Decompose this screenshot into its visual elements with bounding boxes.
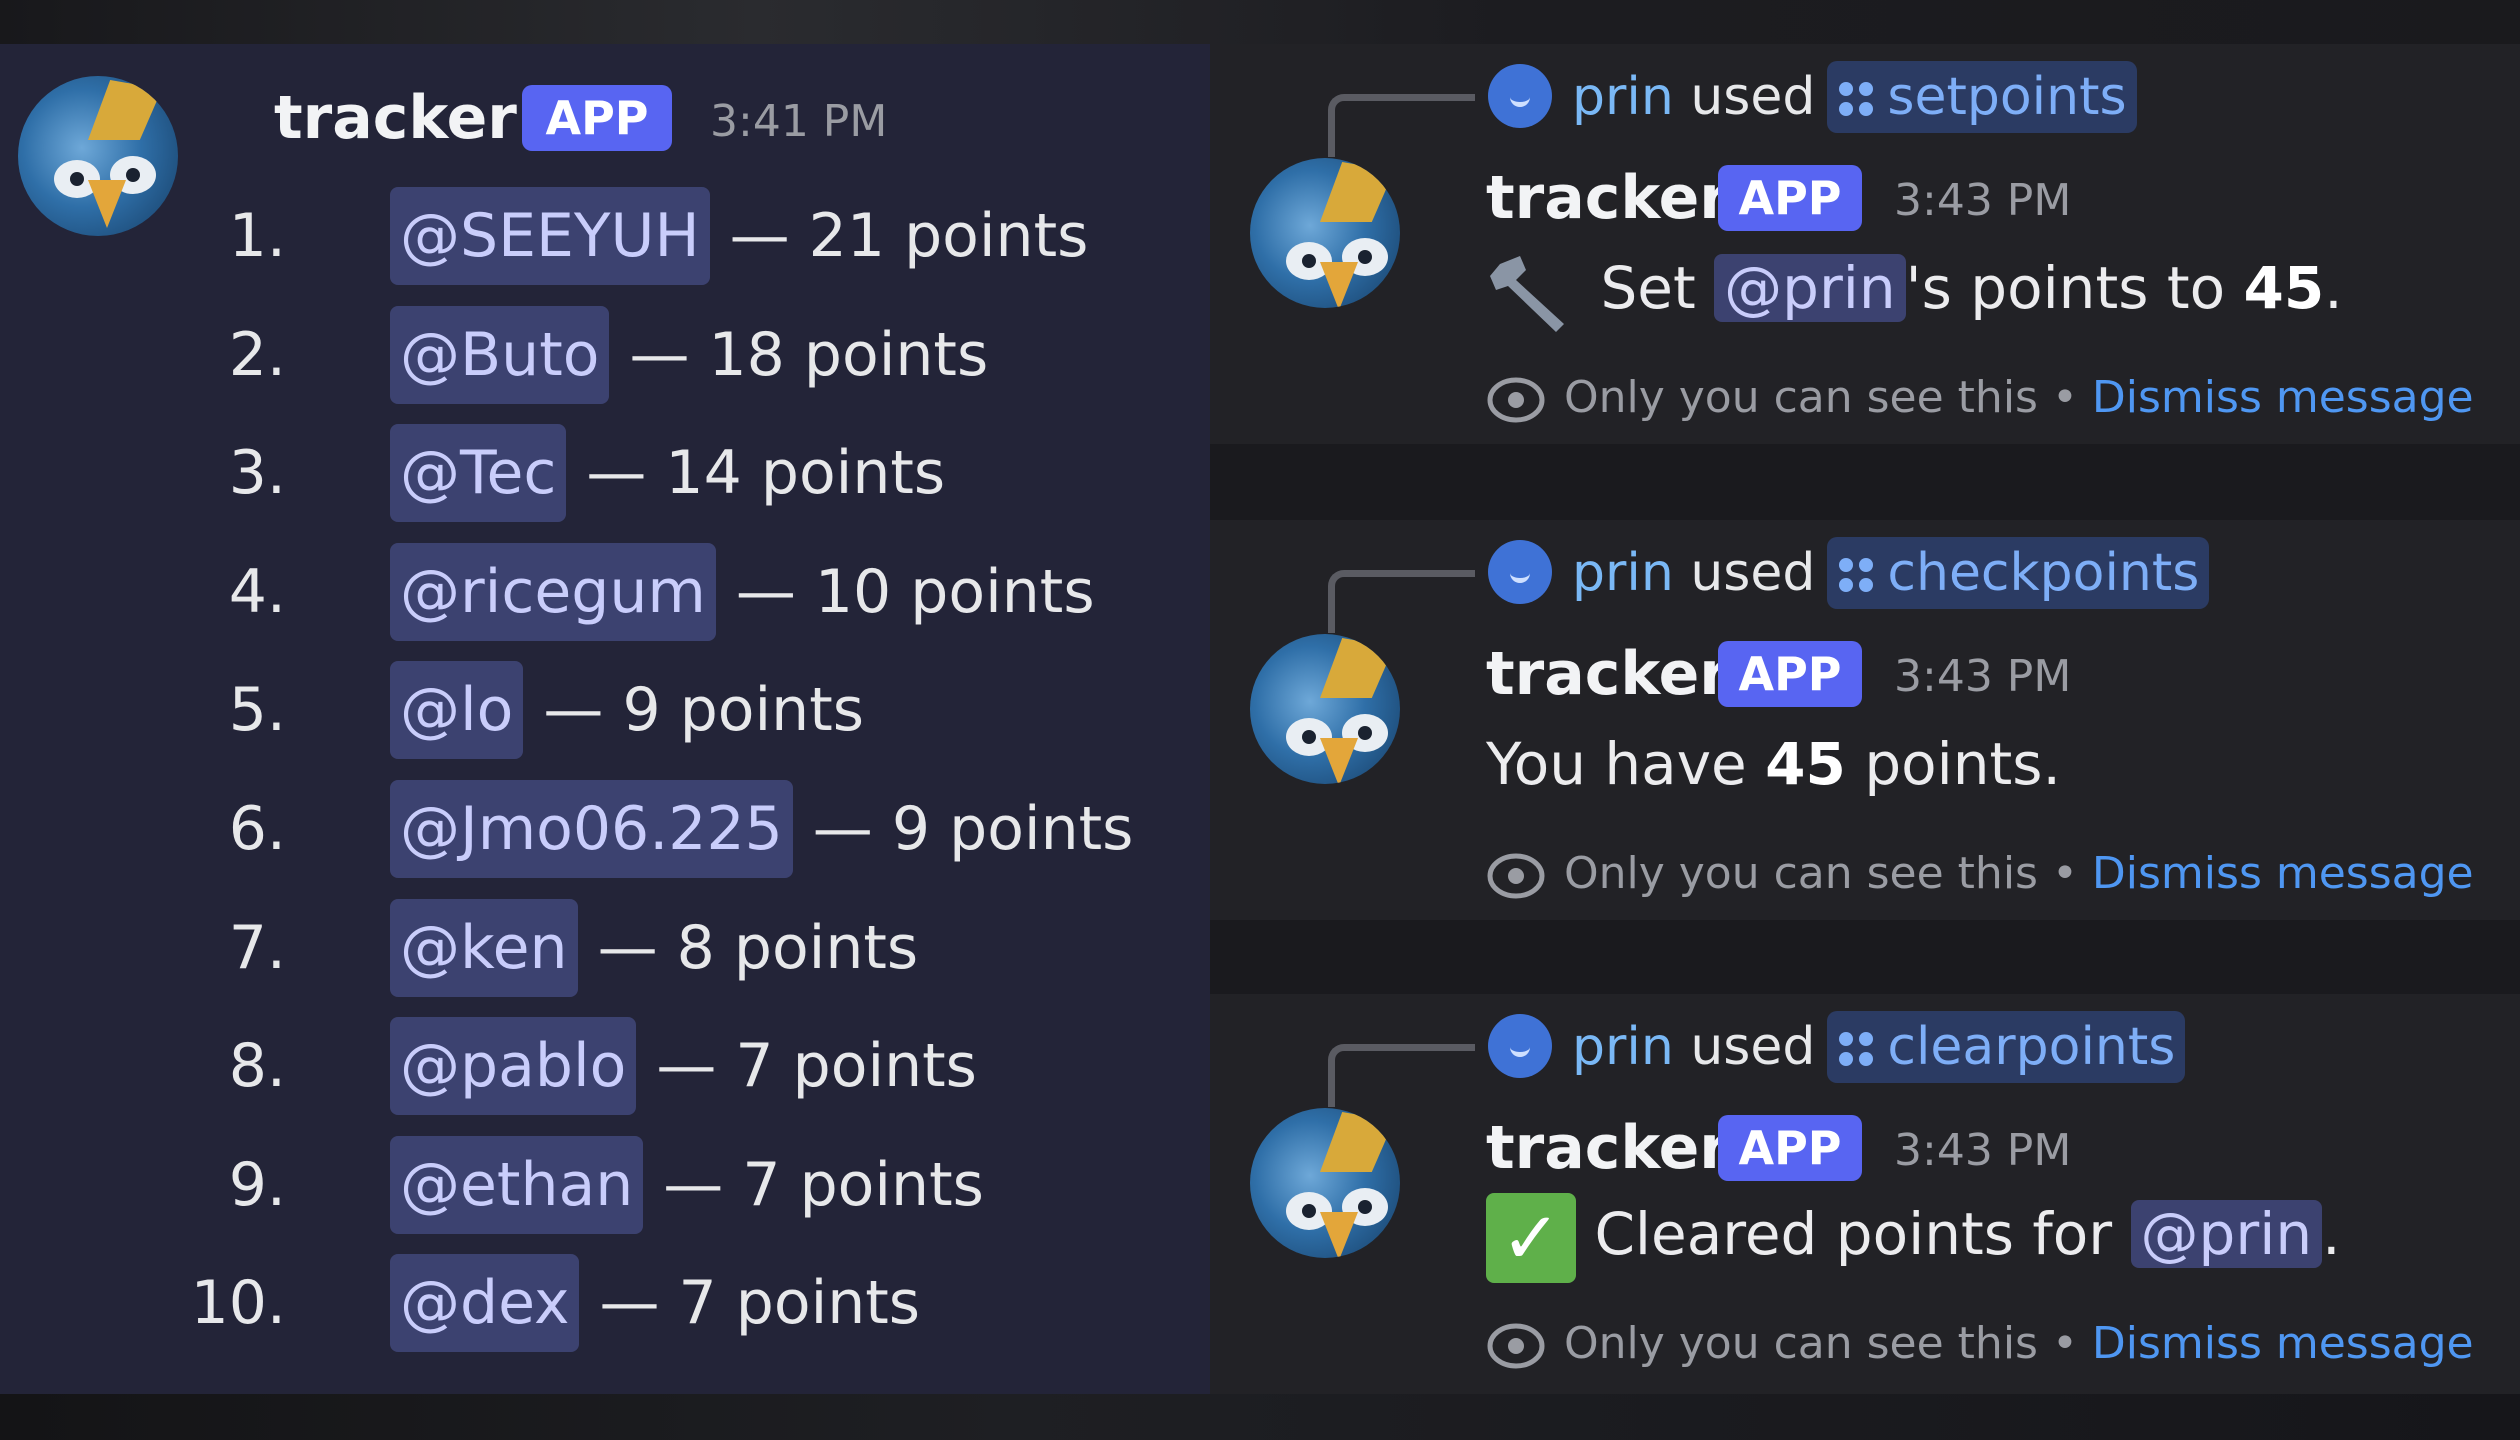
message-timestamp: 3:41 PM bbox=[710, 96, 888, 147]
user-mention[interactable]: @SEEYUH bbox=[390, 187, 710, 285]
command-chip[interactable]: setpoints bbox=[1827, 61, 2137, 133]
reply-avatar[interactable] bbox=[1488, 1014, 1552, 1078]
bot-avatar[interactable] bbox=[1250, 634, 1400, 784]
leaderboard-row: 9. @ethan — 7 points bbox=[0, 1135, 1210, 1235]
points-text: — 7 points bbox=[656, 1031, 977, 1101]
leaderboard-row: 8. @pablo — 7 points bbox=[0, 1016, 1210, 1116]
user-mention[interactable]: @Buto bbox=[390, 306, 610, 404]
user-mention[interactable]: @lo bbox=[390, 661, 524, 759]
rank-number: 8. bbox=[228, 1031, 286, 1101]
reply-username[interactable]: prin bbox=[1572, 543, 1674, 603]
bot-username[interactable]: tracker bbox=[1486, 162, 1729, 234]
dismiss-message-link[interactable]: Dismiss message bbox=[2092, 372, 2474, 423]
message-timestamp: 3:43 PM bbox=[1894, 175, 2072, 226]
app-badge: APP bbox=[1718, 165, 1862, 231]
rank-number: 3. bbox=[228, 438, 286, 508]
reply-avatar[interactable] bbox=[1488, 540, 1552, 604]
rank-number: 5. bbox=[228, 675, 286, 745]
reply-username[interactable]: prin bbox=[1572, 67, 1674, 127]
command-chip[interactable]: clearpoints bbox=[1827, 1011, 2186, 1083]
leaderboard-row: 3. @Tec — 14 points bbox=[0, 423, 1210, 523]
rank-number: 6. bbox=[228, 794, 286, 864]
wrench-icon bbox=[1490, 255, 1564, 332]
slash-command-icon bbox=[1837, 80, 1875, 118]
reply-username[interactable]: prin bbox=[1572, 1017, 1674, 1077]
points-text: — 7 points bbox=[663, 1150, 984, 1220]
rank-number: 2. bbox=[228, 320, 286, 390]
reply-avatar[interactable] bbox=[1488, 64, 1552, 128]
leaderboard-row: 10. @dex — 7 points bbox=[0, 1253, 1210, 1353]
app-badge: APP bbox=[1718, 1115, 1862, 1181]
leaderboard-row: 1. @SEEYUH — 21 points bbox=[0, 186, 1210, 286]
user-mention[interactable]: @prin bbox=[2130, 1200, 2323, 1268]
leaderboard-row: 5. @lo — 9 points bbox=[0, 660, 1210, 760]
rank-number: 1. bbox=[228, 201, 286, 271]
points-text: — 14 points bbox=[586, 438, 946, 508]
ephemeral-message: prin used checkpoints tracker APP 3:43 PM… bbox=[1210, 520, 2520, 920]
eye-icon bbox=[1487, 853, 1545, 899]
points-text: — 10 points bbox=[735, 557, 1095, 627]
bot-username[interactable]: tracker bbox=[1486, 1112, 1729, 1184]
eye-icon bbox=[1487, 1323, 1545, 1369]
points-text: — 8 points bbox=[597, 913, 919, 983]
app-badge: APP bbox=[1718, 641, 1862, 707]
ephemeral-message: prin used clearpoints tracker APP 3:43 PM… bbox=[1210, 994, 2520, 1394]
user-mention[interactable]: @ken bbox=[390, 899, 578, 997]
leaderboard-row: 4. @ricegum — 10 points bbox=[0, 542, 1210, 642]
app-badge: APP bbox=[522, 85, 672, 151]
points-text: — 9 points bbox=[812, 794, 1134, 864]
message-timestamp: 3:43 PM bbox=[1894, 1125, 2072, 1176]
bot-username[interactable]: tracker bbox=[274, 82, 517, 154]
ephemeral-notice: Only you can see this • Dismiss message bbox=[1486, 1314, 2474, 1376]
message-content: Set @prin's points to 45. bbox=[1486, 246, 2343, 334]
ephemeral-message: prin used setpoints tracker APP 3:43 PM S… bbox=[1210, 44, 2520, 444]
ephemeral-notice: Only you can see this • Dismiss message bbox=[1486, 368, 2474, 430]
user-mention[interactable]: @ethan bbox=[390, 1136, 644, 1234]
points-text: — 7 points bbox=[599, 1268, 921, 1338]
reply-header: prin used clearpoints bbox=[1572, 1010, 2186, 1084]
rank-number: 9. bbox=[228, 1150, 286, 1220]
message-timestamp: 3:43 PM bbox=[1894, 651, 2072, 702]
message-content: ✓ Cleared points for @prin. bbox=[1486, 1192, 2341, 1283]
message-content: You have 45 points. bbox=[1486, 730, 2061, 798]
rank-number: 7. bbox=[228, 913, 286, 983]
dismiss-message-link[interactable]: Dismiss message bbox=[2092, 1318, 2474, 1369]
user-mention[interactable]: @prin bbox=[1714, 254, 1906, 322]
reply-header: prin used setpoints bbox=[1572, 60, 2137, 134]
leaderboard-row: 7. @ken — 8 points bbox=[0, 898, 1210, 998]
eye-icon bbox=[1487, 377, 1545, 423]
user-mention[interactable]: @ricegum bbox=[390, 543, 716, 641]
reply-header: prin used checkpoints bbox=[1572, 536, 2210, 610]
check-mark-icon: ✓ bbox=[1486, 1192, 1576, 1283]
leaderboard-row: 2. @Buto — 18 points bbox=[0, 305, 1210, 405]
rank-number: 10. bbox=[190, 1268, 286, 1338]
user-mention[interactable]: @pablo bbox=[390, 1017, 637, 1115]
bot-username[interactable]: tracker bbox=[1486, 638, 1729, 710]
slash-command-icon bbox=[1837, 556, 1875, 594]
user-mention[interactable]: @Tec bbox=[390, 424, 567, 522]
user-mention[interactable]: @Jmo06.225 bbox=[390, 780, 793, 878]
slash-command-icon bbox=[1837, 1030, 1875, 1068]
ephemeral-notice: Only you can see this • Dismiss message bbox=[1486, 844, 2474, 906]
points-text: — 9 points bbox=[543, 675, 864, 745]
points-text: — 18 points bbox=[629, 320, 989, 390]
bottom-edge bbox=[0, 1394, 2520, 1440]
dismiss-message-link[interactable]: Dismiss message bbox=[2092, 848, 2474, 899]
leaderboard-row: 6. @Jmo06.225 — 9 points bbox=[0, 779, 1210, 879]
rank-number: 4. bbox=[228, 557, 286, 627]
command-chip[interactable]: checkpoints bbox=[1827, 537, 2210, 609]
bot-avatar[interactable] bbox=[1250, 1108, 1400, 1258]
user-mention[interactable]: @dex bbox=[390, 1254, 580, 1352]
bot-avatar[interactable] bbox=[1250, 158, 1400, 308]
top-edge bbox=[0, 0, 2520, 44]
points-text: — 21 points bbox=[729, 201, 1089, 271]
